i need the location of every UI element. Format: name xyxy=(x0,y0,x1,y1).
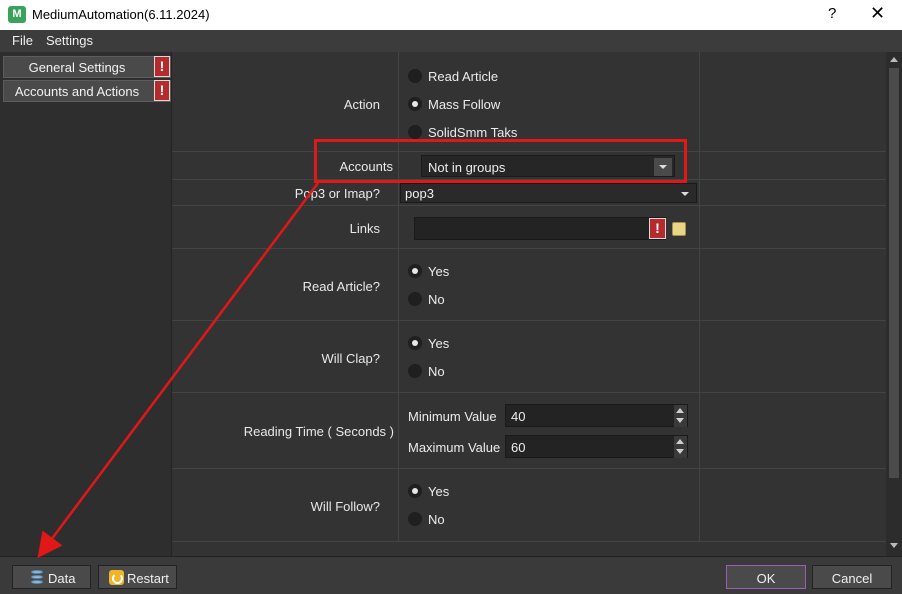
links-input[interactable] xyxy=(414,217,666,240)
annotation-highlight-box xyxy=(314,139,687,183)
vertical-scrollbar[interactable] xyxy=(886,52,902,556)
will-clap-radio-yes[interactable] xyxy=(408,336,422,350)
read-article-label: Read Article? xyxy=(302,279,380,294)
will-clap-label: Will Clap? xyxy=(321,351,380,366)
cancel-button-label: Cancel xyxy=(831,571,873,586)
warning-icon: ! xyxy=(649,218,666,239)
option-label: Yes xyxy=(428,336,450,351)
restart-button-label: Restart xyxy=(127,571,169,586)
close-button[interactable]: ✕ xyxy=(870,3,885,24)
will-follow-label: Will Follow? xyxy=(310,499,380,514)
read-article-row: Read Article? Yes No xyxy=(172,249,886,321)
will-clap-radio-no[interactable] xyxy=(408,364,422,378)
option-label: No xyxy=(428,364,445,379)
scroll-down-icon[interactable] xyxy=(890,543,898,548)
window-title: MediumAutomation(6.11.2024) xyxy=(32,7,210,22)
cancel-button[interactable]: Cancel xyxy=(812,565,892,589)
pop3-dropdown[interactable]: pop3 xyxy=(400,183,697,203)
min-value-spinbox[interactable]: 40 xyxy=(505,404,688,427)
action-label: Action xyxy=(343,97,380,112)
sidebar-item-general-settings[interactable]: General Settings ! xyxy=(3,56,171,78)
max-value: 60 xyxy=(511,440,526,455)
min-value-label: Minimum Value xyxy=(408,409,497,424)
reading-time-row: Reading Time ( Seconds ) Minimum Value 4… xyxy=(172,393,886,469)
database-icon xyxy=(31,570,43,585)
sidebar: General Settings ! Accounts and Actions … xyxy=(0,52,172,556)
sidebar-item-label: Accounts and Actions xyxy=(14,84,140,99)
sidebar-item-label: General Settings xyxy=(28,60,126,75)
data-button-label: Data xyxy=(48,571,76,586)
warning-icon: ! xyxy=(154,56,170,77)
bottom-bar: Data Restart OK Cancel xyxy=(0,556,902,594)
reading-time-label: Reading Time ( Seconds ) xyxy=(243,424,394,439)
will-follow-radio-no[interactable] xyxy=(408,512,422,526)
sidebar-item-accounts-and-actions[interactable]: Accounts and Actions ! xyxy=(3,80,171,102)
action-radio-solidsmm-taks[interactable] xyxy=(408,125,422,139)
menu-settings[interactable]: Settings xyxy=(46,33,93,48)
data-button[interactable]: Data xyxy=(12,565,91,589)
spin-arrows-icon[interactable] xyxy=(674,405,687,427)
pop3-label: Pop3 or Imap? xyxy=(294,186,380,201)
folder-icon[interactable] xyxy=(672,222,686,236)
read-article-radio-no[interactable] xyxy=(408,292,422,306)
menu-file[interactable]: File xyxy=(12,33,33,48)
max-value-label: Maximum Value xyxy=(408,440,501,455)
option-label: No xyxy=(428,512,445,527)
min-value: 40 xyxy=(511,409,526,424)
action-option-label: Mass Follow xyxy=(428,97,501,112)
action-option-label: Read Article xyxy=(428,69,499,84)
pop3-row: Pop3 or Imap? pop3 xyxy=(172,180,886,206)
action-radio-read-article[interactable] xyxy=(408,69,422,83)
action-option-label: SolidSmm Taks xyxy=(428,125,518,140)
title-bar: MediumAutomation(6.11.2024) ? ✕ xyxy=(0,0,902,30)
main-area: General Settings ! Accounts and Actions … xyxy=(0,52,902,556)
will-clap-row: Will Clap? Yes No xyxy=(172,321,886,393)
spin-arrows-icon[interactable] xyxy=(674,436,687,458)
help-button[interactable]: ? xyxy=(828,5,836,22)
warning-icon: ! xyxy=(154,80,170,101)
scroll-thumb[interactable] xyxy=(889,68,899,478)
will-follow-row: Will Follow? Yes No xyxy=(172,469,886,542)
links-label: Links xyxy=(349,221,380,236)
option-label: Yes xyxy=(428,484,450,499)
action-radio-mass-follow[interactable] xyxy=(408,97,422,111)
links-row: Links ! xyxy=(172,206,886,249)
settings-form: Action Read Article Mass Follow SolidSmm… xyxy=(172,52,886,556)
max-value-spinbox[interactable]: 60 xyxy=(505,435,688,458)
menu-bar: File Settings xyxy=(0,30,902,52)
scroll-up-icon[interactable] xyxy=(890,57,898,62)
action-row: Action Read Article Mass Follow SolidSmm… xyxy=(172,52,886,152)
read-article-radio-yes[interactable] xyxy=(408,264,422,278)
will-follow-radio-yes[interactable] xyxy=(408,484,422,498)
option-label: Yes xyxy=(428,264,450,279)
ok-button[interactable]: OK xyxy=(726,565,806,589)
app-logo-icon xyxy=(8,6,26,23)
pop3-value: pop3 xyxy=(405,186,434,201)
option-label: No xyxy=(428,292,445,307)
restart-button[interactable]: Restart xyxy=(98,565,177,589)
restart-icon xyxy=(109,570,124,585)
ok-button-label: OK xyxy=(756,571,776,586)
chevron-down-icon xyxy=(676,185,694,203)
